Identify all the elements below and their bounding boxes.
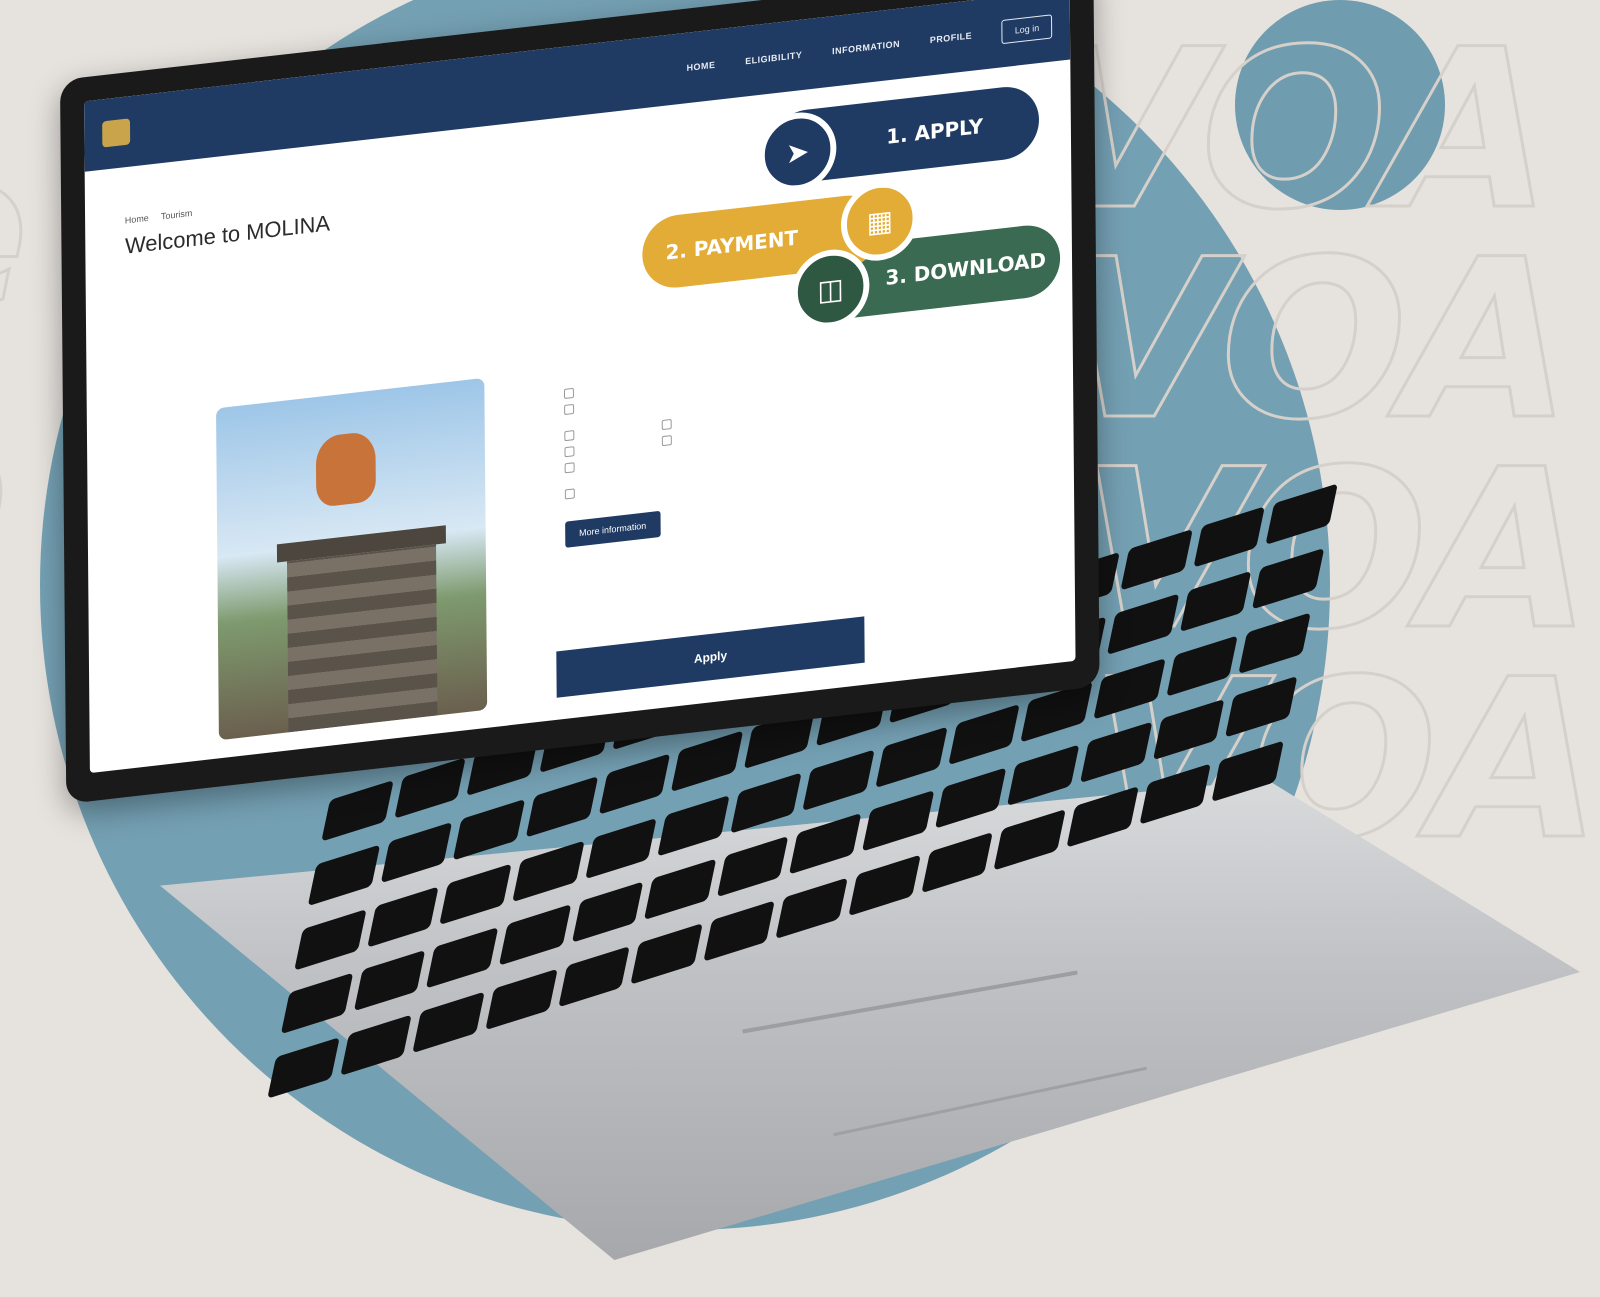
nav-eligibility[interactable]: ELIGIBILITY (745, 50, 802, 67)
keyboard-key (353, 950, 426, 1012)
keyboard-key (1106, 593, 1180, 655)
keyboard-key (267, 1037, 340, 1099)
keyboard-key (412, 991, 485, 1054)
list-item (661, 434, 680, 447)
keyboard-key (730, 771, 803, 834)
flag-icon (564, 488, 575, 500)
keyboard-key (525, 775, 598, 838)
nav-information[interactable]: INFORMATION (832, 39, 900, 57)
background-outline-letters: e (0, 379, 11, 602)
keyboard-key (848, 854, 921, 917)
process-steps-graphic: 1. APPLY 3. DOWNLOAD 2. PAYMENT ➤ ▦ ◫ (641, 61, 1061, 360)
list-item (564, 429, 582, 442)
background-outline-letters: VOA (1059, 212, 1574, 468)
keyboard-key (339, 1014, 413, 1077)
keyboard-key (948, 703, 1021, 765)
hero-photo (216, 377, 488, 741)
keyboard-key (1093, 657, 1166, 720)
bullet-icon (661, 418, 672, 431)
list-item (564, 445, 582, 458)
list-item (564, 461, 583, 474)
bullet-icon (564, 462, 575, 474)
stone-monument (286, 544, 438, 733)
list-item (661, 418, 680, 431)
background-outline-letters: VOA (1039, 2, 1554, 258)
keyboard-key (789, 813, 862, 875)
keyboard-key (671, 730, 744, 792)
checkbox-icon (563, 387, 574, 399)
apply-button[interactable]: Apply (556, 616, 865, 698)
keyboard-key (630, 923, 703, 985)
keyboard-key (584, 817, 657, 879)
keyboard-key (307, 844, 380, 906)
keyboard-key (643, 858, 717, 921)
keyboard-key (775, 877, 848, 940)
nav-profile[interactable]: PROFILE (930, 30, 972, 45)
step-apply-label: 1. APPLY (886, 113, 984, 149)
keyboard-key (598, 753, 671, 815)
keyboard-key (1079, 721, 1153, 784)
welcome-section: Home Tourism Welcome to MOLINA (125, 175, 483, 274)
keyboard-key (1166, 634, 1239, 697)
keyboard-key (380, 821, 453, 884)
breadcrumb-home[interactable]: Home (125, 213, 149, 226)
more-information-button[interactable]: More information (565, 510, 661, 548)
keyboard-key (716, 836, 789, 898)
nav-home[interactable]: HOME (687, 60, 716, 73)
keyboard-key (366, 885, 440, 948)
laptop-screen-frame: HOME ELIGIBILITY INFORMATION PROFILE Log… (60, 0, 1100, 804)
keyboard-key (1066, 786, 1139, 848)
requirements-section: More information (563, 320, 1076, 548)
page-content: Home Tourism Welcome to MOLINA 1. APPLY … (85, 59, 1076, 773)
keyboard-key (993, 809, 1066, 871)
step-download-label: 3. DOWNLOAD (885, 247, 1047, 290)
bullet-icon (564, 446, 575, 458)
keyboard-key (1007, 744, 1080, 807)
jumping-person (315, 430, 376, 508)
keyboard-key (1179, 570, 1252, 633)
keyboard-key (921, 831, 994, 894)
keyboard-key (426, 927, 499, 989)
keyboard-key (512, 840, 585, 902)
bullet-icon (564, 430, 575, 442)
paper-plane-icon: ➤ (758, 108, 837, 196)
keyboard-key (861, 790, 935, 853)
bullet-icon (661, 435, 672, 447)
site-brand (140, 113, 289, 130)
keyboard-key (280, 973, 353, 1035)
keyboard-key (657, 794, 730, 857)
site-logo-icon[interactable] (102, 118, 131, 148)
keyboard-key (934, 767, 1007, 830)
keyboard-key (557, 946, 630, 1008)
login-button[interactable]: Log in (1001, 14, 1053, 45)
keyboard-key (802, 748, 875, 811)
keyboard-key (485, 968, 558, 1031)
checkbox-icon (564, 403, 575, 416)
keyboard-key (453, 798, 526, 861)
keyboard-key (1152, 699, 1225, 761)
keyboard-key (439, 863, 512, 925)
keyboard-key (703, 900, 776, 962)
background-outline-letters: e (0, 119, 31, 342)
step-payment-label: 2. PAYMENT (665, 225, 799, 265)
laptop-screen: HOME ELIGIBILITY INFORMATION PROFILE Log… (84, 0, 1076, 774)
keyboard-key (498, 904, 571, 967)
breadcrumb-tourism[interactable]: Tourism (161, 208, 192, 222)
keyboard-key (294, 908, 367, 971)
keyboard-key (875, 726, 948, 788)
keyboard-key (571, 881, 644, 944)
keyboard-key (1139, 763, 1212, 826)
